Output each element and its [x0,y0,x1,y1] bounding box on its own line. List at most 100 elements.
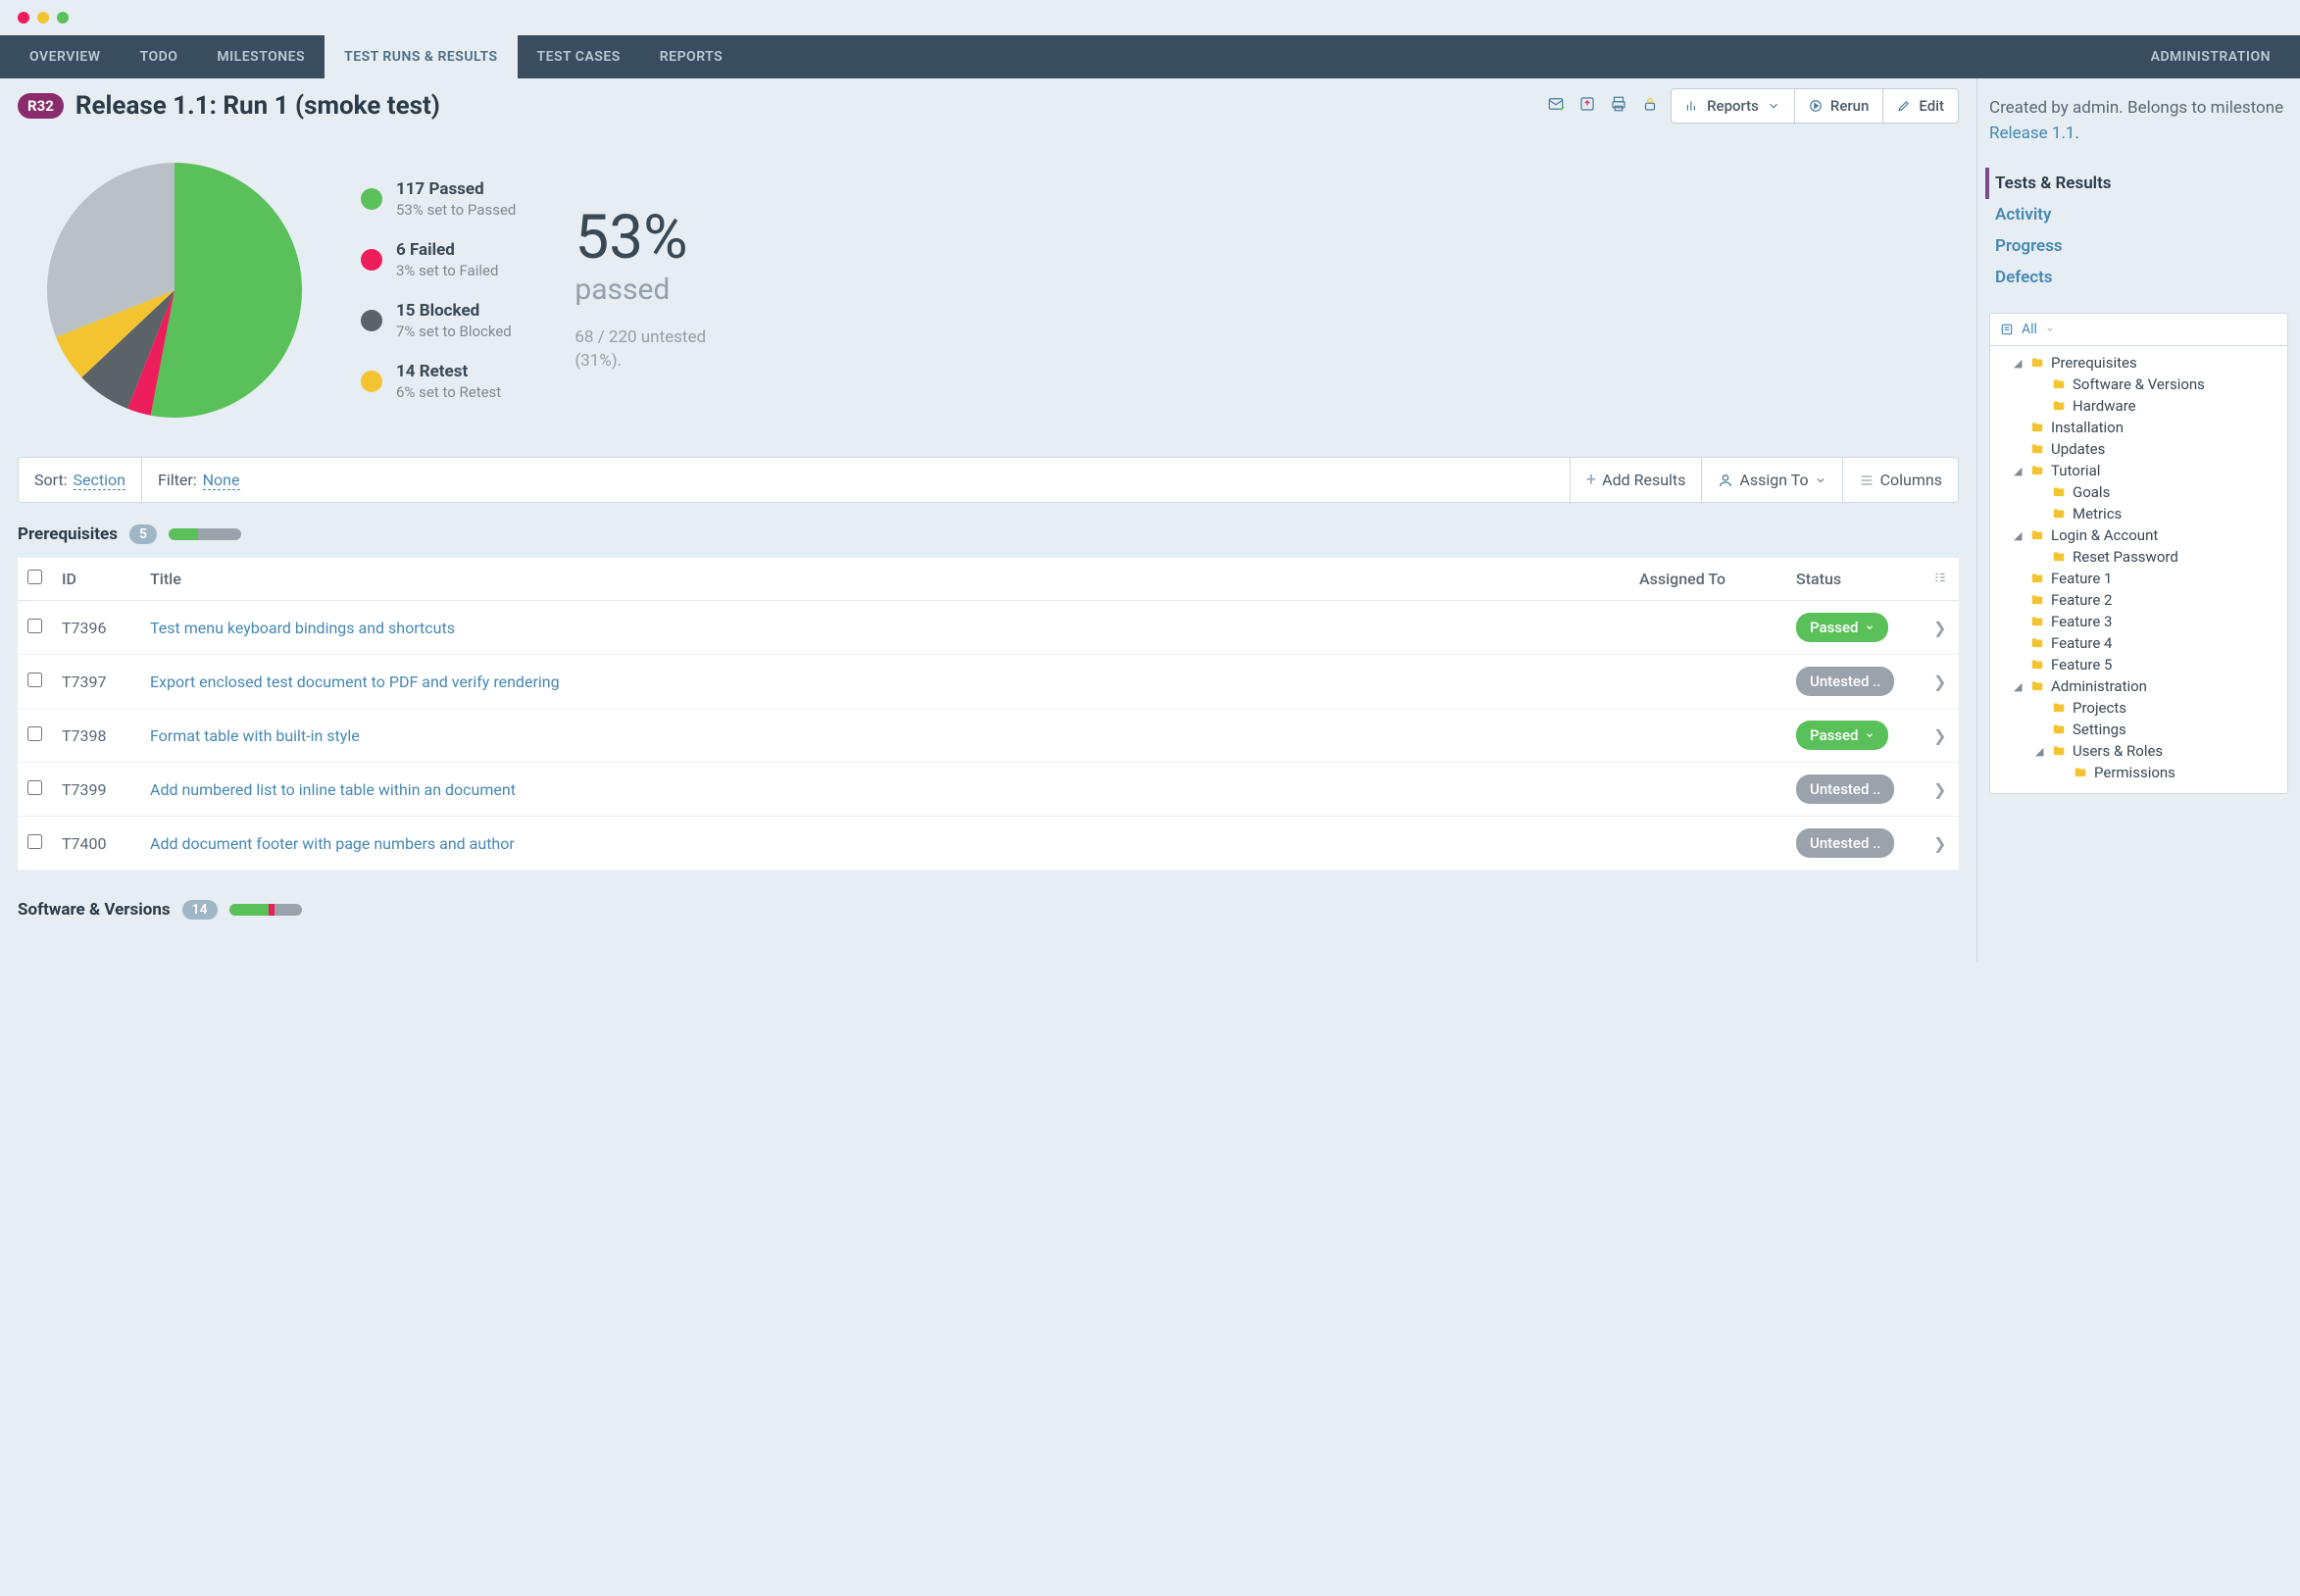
status-pill[interactable]: Passed [1796,721,1888,750]
columns-button[interactable]: Columns [1842,458,1958,502]
column-settings-icon[interactable] [1924,558,1959,601]
tree-node[interactable]: Goals [1996,481,2281,503]
row-title-link[interactable]: Test menu keyboard bindings and shortcut… [140,601,1629,655]
milestone-link[interactable]: Release 1.1 [1989,124,2075,143]
tree-filter-all[interactable]: All [1990,314,2287,346]
tree-node[interactable]: Feature 2 [1996,589,2281,611]
plus-icon: + [1586,470,1596,490]
sort-control[interactable]: Sort: Section [19,458,141,502]
passed-percent: 53% [575,208,706,269]
tree-node[interactable]: ◢Administration [1996,675,2281,697]
filter-link[interactable]: None [203,471,240,490]
tree-label: Hardware [2073,397,2136,415]
status-pill[interactable]: Untested .. [1796,828,1894,858]
status-pill[interactable]: Untested .. [1796,667,1894,696]
run-badge: R32 [18,93,64,119]
select-all-checkbox[interactable] [27,570,42,584]
tree-node[interactable]: Feature 3 [1996,611,2281,632]
nav-tab-overview[interactable]: OVERVIEW [10,35,121,78]
tree-node[interactable]: Installation [1996,417,2281,438]
tree-label: Installation [2051,419,2124,436]
maximize-window-icon[interactable] [57,12,69,24]
tree-node[interactable]: ◢Users & Roles [1996,740,2281,762]
person-icon [1718,473,1733,488]
tree-node[interactable]: ◢Prerequisites [1996,352,2281,374]
tree-node[interactable]: Feature 4 [1996,632,2281,654]
reports-button[interactable]: Reports [1671,88,1794,124]
row-checkbox[interactable] [27,726,42,741]
rerun-button[interactable]: Rerun [1794,88,1882,124]
export-icon[interactable] [1578,95,1596,117]
sections-tree: All ◢PrerequisitesSoftware & Versions Har… [1989,313,2288,794]
print-icon[interactable] [1610,95,1627,117]
tests-table: ID Title Assigned To Status T7396 Test m… [18,558,1959,871]
sort-link[interactable]: Section [74,471,125,490]
row-expand-icon[interactable]: ❯ [1924,817,1959,871]
row-assigned [1629,817,1786,871]
edit-button[interactable]: Edit [1882,88,1959,124]
tree-node[interactable]: Updates [1996,438,2281,460]
nav-tab-milestones[interactable]: MILESTONES [197,35,325,78]
row-checkbox[interactable] [27,834,42,849]
row-assigned [1629,763,1786,817]
table-row: T7396 Test menu keyboard bindings and sh… [18,601,1959,655]
tree-caret-icon: ◢ [2014,529,2024,542]
side-nav-defects[interactable]: Defects [1989,262,2288,293]
add-results-button[interactable]: + Add Results [1570,458,1701,502]
tree-label: Software & Versions [2073,375,2205,393]
nav-tab-todo[interactable]: TODO [121,35,198,78]
section-header-prerequisites: Prerequisites 5 [18,524,1959,544]
tree-node[interactable]: Feature 1 [1996,568,2281,589]
side-nav-activity[interactable]: Activity [1989,199,2288,230]
sidebar: Created by admin. Belongs to milestone R… [1976,78,2300,963]
status-pill[interactable]: Untested .. [1796,774,1894,804]
tree-node[interactable]: ◢Tutorial [1996,460,2281,481]
col-status: Status [1786,558,1924,601]
row-title-link[interactable]: Export enclosed test document to PDF and… [140,655,1629,709]
row-expand-icon[interactable]: ❯ [1924,655,1959,709]
status-pie-chart [47,163,302,418]
close-window-icon[interactable] [18,12,29,24]
tree-node[interactable]: Metrics [1996,503,2281,524]
nav-tab-reports[interactable]: REPORTS [640,35,742,78]
row-checkbox[interactable] [27,619,42,633]
legend-failed-sub: 3% set to Failed [396,262,498,279]
legend-failed-title: 6 Failed [396,240,498,260]
tree-node[interactable]: ◢ Login & Account [1996,524,2281,546]
side-nav-tests-results[interactable]: Tests & Results [1985,168,2288,199]
assign-to-button[interactable]: Assign To [1701,458,1841,502]
tree-label: Login & Account [2051,526,2158,544]
tree-node[interactable]: Reset Password [1996,546,2281,568]
dot-retest-icon [361,371,382,392]
tree-node[interactable]: Feature 5 [1996,654,2281,675]
passed-label: passed [575,273,706,307]
tree-node[interactable]: Projects [1996,697,2281,719]
lock-icon[interactable] [1641,95,1659,117]
tree-node[interactable]: Permissions [1996,762,2281,783]
row-title-link[interactable]: Format table with built-in style [140,709,1629,763]
filter-control[interactable]: Filter: None [141,458,256,502]
col-assigned: Assigned To [1629,558,1786,601]
tree-node[interactable]: Settings [1996,719,2281,740]
row-checkbox[interactable] [27,780,42,795]
status-pill[interactable]: Passed [1796,613,1888,642]
row-title-link[interactable]: Add document footer with page numbers an… [140,817,1629,871]
nav-administration[interactable]: ADMINISTRATION [2131,35,2290,78]
tree-node[interactable]: Hardware [1996,395,2281,417]
nav-tab-test-runs-results[interactable]: TEST RUNS & RESULTS [325,35,517,78]
tree-label: Metrics [2073,505,2122,523]
tree-node[interactable]: Software & Versions [1996,374,2281,395]
section-title: Software & Versions [18,900,171,920]
rerun-button-label: Rerun [1830,97,1869,115]
minimize-window-icon[interactable] [37,12,49,24]
untested-line1: 68 / 220 untested [575,326,706,350]
row-checkbox[interactable] [27,673,42,687]
row-expand-icon[interactable]: ❯ [1924,763,1959,817]
nav-tab-test-cases[interactable]: TEST CASES [518,35,640,78]
row-expand-icon[interactable]: ❯ [1924,709,1959,763]
side-nav-progress[interactable]: Progress [1989,230,2288,262]
row-title-link[interactable]: Add numbered list to inline table within… [140,763,1629,817]
row-id: T7400 [52,817,140,871]
row-expand-icon[interactable]: ❯ [1924,601,1959,655]
mail-icon[interactable] [1547,95,1565,117]
